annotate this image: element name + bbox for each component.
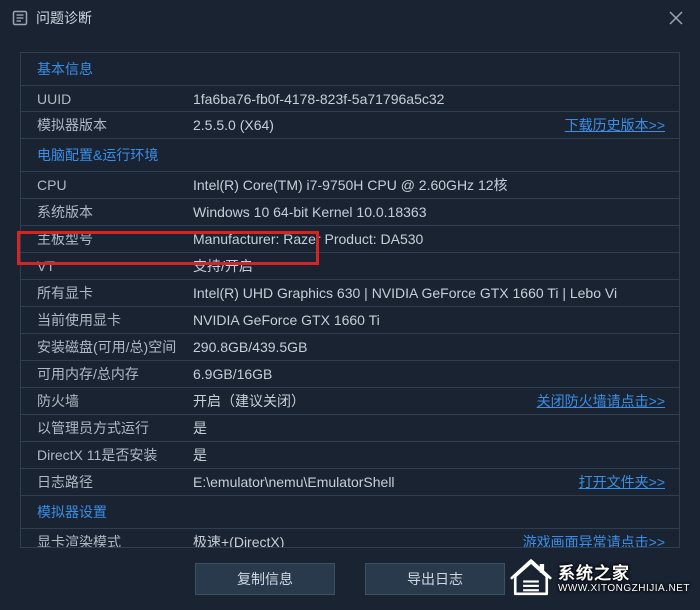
window-title: 问题诊断 (36, 8, 664, 28)
value-memory: 6.9GB/16GB (193, 366, 679, 382)
close-icon (669, 11, 683, 25)
value-directx: 是 (193, 445, 679, 465)
value-admin: 是 (193, 418, 679, 438)
value-emulator-version: 2.5.5.0 (X64) (193, 117, 565, 133)
row-all-gpus: 所有显卡 Intel(R) UHD Graphics 630 | NVIDIA … (21, 280, 679, 307)
row-disk: 安装磁盘(可用/总)空间 290.8GB/439.5GB (21, 334, 679, 361)
label-motherboard: 主板型号 (21, 229, 193, 249)
row-directx: DirectX 11是否安装 是 (21, 442, 679, 469)
row-emulator-version: 模拟器版本 2.5.5.0 (X64) 下载历史版本>> (21, 112, 679, 139)
label-directx: DirectX 11是否安装 (21, 445, 193, 465)
value-log-path: E:\emulator\nemu\EmulatorShell (193, 474, 579, 490)
footer: 复制信息 导出日志 (0, 548, 700, 610)
label-cpu: CPU (21, 177, 193, 193)
row-log-path: 日志路径 E:\emulator\nemu\EmulatorShell 打开文件… (21, 469, 679, 496)
section-header-basic: 基本信息 (21, 53, 679, 86)
label-os: 系统版本 (21, 202, 193, 222)
value-disk: 290.8GB/439.5GB (193, 339, 679, 355)
value-render-mode: 极速+(DirectX) (193, 532, 523, 548)
row-cpu: CPU Intel(R) Core(TM) i7-9750H CPU @ 2.6… (21, 172, 679, 199)
link-graphics-issue[interactable]: 游戏画面异常请点击>> (523, 532, 679, 548)
label-firewall: 防火墙 (21, 391, 193, 411)
row-firewall: 防火墙 开启（建议关闭） 关闭防火墙请点击>> (21, 388, 679, 415)
row-current-gpu: 当前使用显卡 NVIDIA GeForce GTX 1660 Ti (21, 307, 679, 334)
value-current-gpu: NVIDIA GeForce GTX 1660 Ti (193, 312, 679, 328)
value-cpu: Intel(R) Core(TM) i7-9750H CPU @ 2.60GHz… (193, 175, 679, 195)
value-motherboard: Manufacturer: Razer Product: DA530 (193, 231, 679, 247)
label-current-gpu: 当前使用显卡 (21, 310, 193, 330)
label-all-gpus: 所有显卡 (21, 283, 193, 303)
copy-info-button[interactable]: 复制信息 (195, 563, 335, 595)
row-uuid: UUID 1fa6ba76-fb0f-4178-823f-5a71796a5c3… (21, 86, 679, 112)
titlebar: 问题诊断 (0, 0, 700, 36)
label-vt: VT (21, 258, 193, 274)
value-vt: 支持/开启 (193, 256, 679, 276)
row-motherboard: 主板型号 Manufacturer: Razer Product: DA530 (21, 226, 679, 253)
value-firewall: 开启（建议关闭） (193, 391, 537, 411)
value-all-gpus: Intel(R) UHD Graphics 630 | NVIDIA GeFor… (193, 285, 679, 301)
link-disable-firewall[interactable]: 关闭防火墙请点击>> (537, 391, 679, 411)
value-os: Windows 10 64-bit Kernel 10.0.18363 (193, 204, 679, 220)
app-icon (12, 10, 28, 26)
row-admin: 以管理员方式运行 是 (21, 415, 679, 442)
label-emulator-version: 模拟器版本 (21, 115, 193, 135)
label-disk: 安装磁盘(可用/总)空间 (21, 337, 193, 357)
section-header-env: 电脑配置&运行环境 (21, 139, 679, 172)
link-download-history[interactable]: 下载历史版本>> (565, 115, 679, 135)
label-uuid: UUID (21, 91, 193, 107)
row-vt: VT 支持/开启 (21, 253, 679, 280)
close-button[interactable] (664, 6, 688, 30)
label-admin: 以管理员方式运行 (21, 418, 193, 438)
row-os: 系统版本 Windows 10 64-bit Kernel 10.0.18363 (21, 199, 679, 226)
label-render-mode: 显卡渲染模式 (21, 532, 193, 548)
row-render-mode: 显卡渲染模式 极速+(DirectX) 游戏画面异常请点击>> (21, 529, 679, 548)
diagnostics-panel[interactable]: 基本信息 UUID 1fa6ba76-fb0f-4178-823f-5a7179… (20, 52, 680, 548)
export-log-button[interactable]: 导出日志 (365, 563, 505, 595)
section-header-settings: 模拟器设置 (21, 496, 679, 529)
label-log-path: 日志路径 (21, 472, 193, 492)
row-memory: 可用内存/总内存 6.9GB/16GB (21, 361, 679, 388)
value-uuid: 1fa6ba76-fb0f-4178-823f-5a71796a5c32 (193, 91, 679, 107)
link-open-folder[interactable]: 打开文件夹>> (579, 472, 679, 492)
label-memory: 可用内存/总内存 (21, 364, 193, 384)
